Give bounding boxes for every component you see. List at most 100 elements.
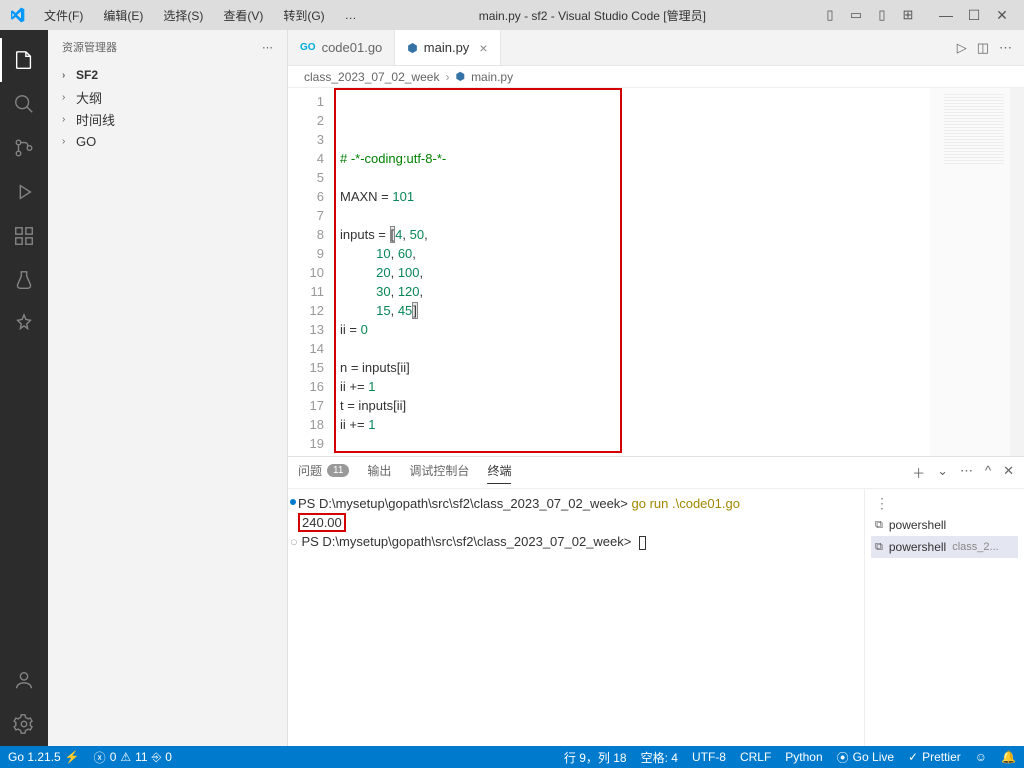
menu-file[interactable]: 文件(F) xyxy=(36,4,91,27)
status-bell-icon[interactable]: 🔔 xyxy=(1001,750,1016,764)
code-line[interactable]: n = inputs[ii] xyxy=(340,358,930,377)
menu-select[interactable]: 选择(S) xyxy=(155,4,211,27)
toggle-panel-icon[interactable]: ▭ xyxy=(846,5,866,25)
code-line[interactable]: MAXN = 101 xyxy=(340,187,930,206)
run-icon[interactable]: ▷ xyxy=(957,40,967,56)
chevron-right-icon: › xyxy=(62,70,76,81)
menu-view[interactable]: 查看(V) xyxy=(215,4,271,27)
activity-account-icon[interactable] xyxy=(0,658,48,702)
tree-item-timeline[interactable]: ›时间线 xyxy=(48,108,287,130)
terminal-marker-icon xyxy=(290,499,296,505)
status-feedback-icon[interactable]: ☺ xyxy=(975,750,987,764)
status-eol[interactable]: CRLF xyxy=(740,750,771,764)
code-line[interactable]: ii += 1 xyxy=(340,415,930,434)
tab-code01-go[interactable]: GO code01.go xyxy=(288,30,395,65)
chevron-right-icon: › xyxy=(62,92,76,103)
terminal-icon: ⧉ xyxy=(875,519,883,532)
layout-controls: ▯ ▭ ▯ ⊞ xyxy=(820,5,918,25)
window-title: main.py - sf2 - Visual Studio Code [管理员] xyxy=(369,7,816,24)
maximize-button[interactable]: ☐ xyxy=(960,0,988,30)
breadcrumb[interactable]: class_2023_07_02_week › ⬢ main.py xyxy=(288,66,1024,88)
panel-tab-terminal[interactable]: 终端 xyxy=(487,462,511,484)
status-encoding[interactable]: UTF-8 xyxy=(692,750,726,764)
minimize-button[interactable]: — xyxy=(932,0,960,30)
panel-tab-debug[interactable]: 调试控制台 xyxy=(409,462,469,483)
menu-edit[interactable]: 编辑(E) xyxy=(95,4,151,27)
code-line[interactable]: inputs = [4, 50, xyxy=(340,225,930,244)
tree-item-outline[interactable]: ›大纲 xyxy=(48,86,287,108)
editor-more-icon[interactable]: ⋯ xyxy=(999,40,1012,56)
code-line[interactable]: # -*-coding:utf-8-*- xyxy=(340,149,930,168)
status-go-version[interactable]: Go 1.21.5 ⚡ xyxy=(8,750,80,764)
status-prettier[interactable]: ✓Prettier xyxy=(908,750,961,764)
activity-extensions-icon[interactable] xyxy=(0,214,48,258)
window-controls: — ☐ ✕ xyxy=(932,0,1016,30)
activity-debug-icon[interactable] xyxy=(0,170,48,214)
activity-explorer-icon[interactable] xyxy=(0,38,48,82)
code-line[interactable]: 10, 60, xyxy=(340,244,930,263)
panel-maximize-icon[interactable]: ^ xyxy=(985,463,991,482)
tab-main-py[interactable]: ⬢ main.py × xyxy=(395,30,500,65)
terminal-cursor xyxy=(639,536,646,550)
tab-close-icon[interactable]: × xyxy=(479,40,487,56)
vertical-scrollbar[interactable] xyxy=(1010,88,1024,456)
status-language[interactable]: Python xyxy=(785,750,822,764)
panel-tabs: 问题 11 输出 调试控制台 终端 ＋ ⌄ ⋯ ^ ✕ xyxy=(288,457,1024,489)
activity-extra-icon[interactable] xyxy=(0,302,48,346)
tree-item-sf2[interactable]: ›SF2 xyxy=(48,64,287,86)
error-icon: ⓧ xyxy=(94,749,106,766)
warning-icon: ⚠ xyxy=(120,750,131,764)
status-golive[interactable]: ⦿Go Live xyxy=(837,749,894,766)
panel-tab-output[interactable]: 输出 xyxy=(367,462,391,483)
panel-tab-problems[interactable]: 问题 11 xyxy=(298,462,349,483)
activity-test-icon[interactable] xyxy=(0,258,48,302)
customize-layout-icon[interactable]: ⊞ xyxy=(898,5,918,25)
status-indent[interactable]: 空格: 4 xyxy=(641,749,678,766)
panel-more-icon[interactable]: ⋯ xyxy=(960,463,973,482)
terminal-instance-2[interactable]: ⧉ powershell class_2... xyxy=(871,536,1018,558)
panel-close-icon[interactable]: ✕ xyxy=(1003,463,1014,482)
lightning-icon: ⚡ xyxy=(65,750,80,764)
status-cursor-pos[interactable]: 行 9，列 18 xyxy=(564,749,627,766)
menu-more[interactable]: … xyxy=(337,5,365,25)
activity-settings-icon[interactable] xyxy=(0,702,48,746)
sidebar-explorer: 资源管理器 ⋯ ›SF2 ›大纲 ›时间线 ›GO xyxy=(48,30,288,746)
code-line[interactable] xyxy=(340,168,930,187)
status-problems[interactable]: ⓧ0 ⚠11 ⎆0 xyxy=(94,749,172,766)
sidebar-tree: ›SF2 ›大纲 ›时间线 ›GO xyxy=(48,64,287,152)
activity-bar xyxy=(0,30,48,746)
code-line[interactable]: t = inputs[ii] xyxy=(340,396,930,415)
code-line[interactable]: 15, 45] xyxy=(340,301,930,320)
sidebar-more-icon[interactable]: ⋯ xyxy=(262,41,273,54)
new-terminal-icon[interactable]: ＋ xyxy=(912,463,925,482)
sidebar-header: 资源管理器 ⋯ xyxy=(48,30,287,64)
code-line[interactable] xyxy=(340,206,930,225)
ports-icon: ⎆ xyxy=(152,750,162,765)
code-line[interactable]: 20, 100, xyxy=(340,263,930,282)
toggle-primary-sidebar-icon[interactable]: ▯ xyxy=(820,5,840,25)
code-line[interactable] xyxy=(340,339,930,358)
toggle-secondary-sidebar-icon[interactable]: ▯ xyxy=(872,5,892,25)
chevron-right-icon: › xyxy=(62,136,76,147)
split-editor-icon[interactable]: ◫ xyxy=(977,40,989,56)
activity-search-icon[interactable] xyxy=(0,82,48,126)
editor-area[interactable]: 12345678910111213141516171819 # -*-codin… xyxy=(288,88,1024,456)
code-line[interactable]: 30, 120, xyxy=(340,282,930,301)
code-line[interactable]: ii += 1 xyxy=(340,377,930,396)
code-line[interactable]: mv = [[0, 0] for _ in range(MAXN)] xyxy=(340,453,930,456)
close-button[interactable]: ✕ xyxy=(988,0,1016,30)
terminal-instance-1[interactable]: ⧉ powershell xyxy=(871,514,1018,536)
code-content[interactable]: # -*-coding:utf-8-*- MAXN = 101 inputs =… xyxy=(340,88,930,456)
minimap[interactable] xyxy=(930,88,1010,456)
editor-actions: ▷ ◫ ⋯ xyxy=(945,30,1024,65)
terminal-dropdown-icon[interactable]: ⌄ xyxy=(937,463,948,482)
python-file-icon: ⬢ xyxy=(407,41,417,55)
code-line[interactable] xyxy=(340,434,930,453)
terminal-icon: ⧉ xyxy=(875,541,883,554)
terminal-output[interactable]: PS D:\mysetup\gopath\src\sf2\class_2023_… xyxy=(288,489,864,746)
menu-goto[interactable]: 转到(G) xyxy=(275,4,332,27)
activity-scm-icon[interactable] xyxy=(0,126,48,170)
main-area: 资源管理器 ⋯ ›SF2 ›大纲 ›时间线 ›GO GO code01.go ⬢… xyxy=(0,30,1024,746)
code-line[interactable]: ii = 0 xyxy=(340,320,930,339)
tree-item-go[interactable]: ›GO xyxy=(48,130,287,152)
